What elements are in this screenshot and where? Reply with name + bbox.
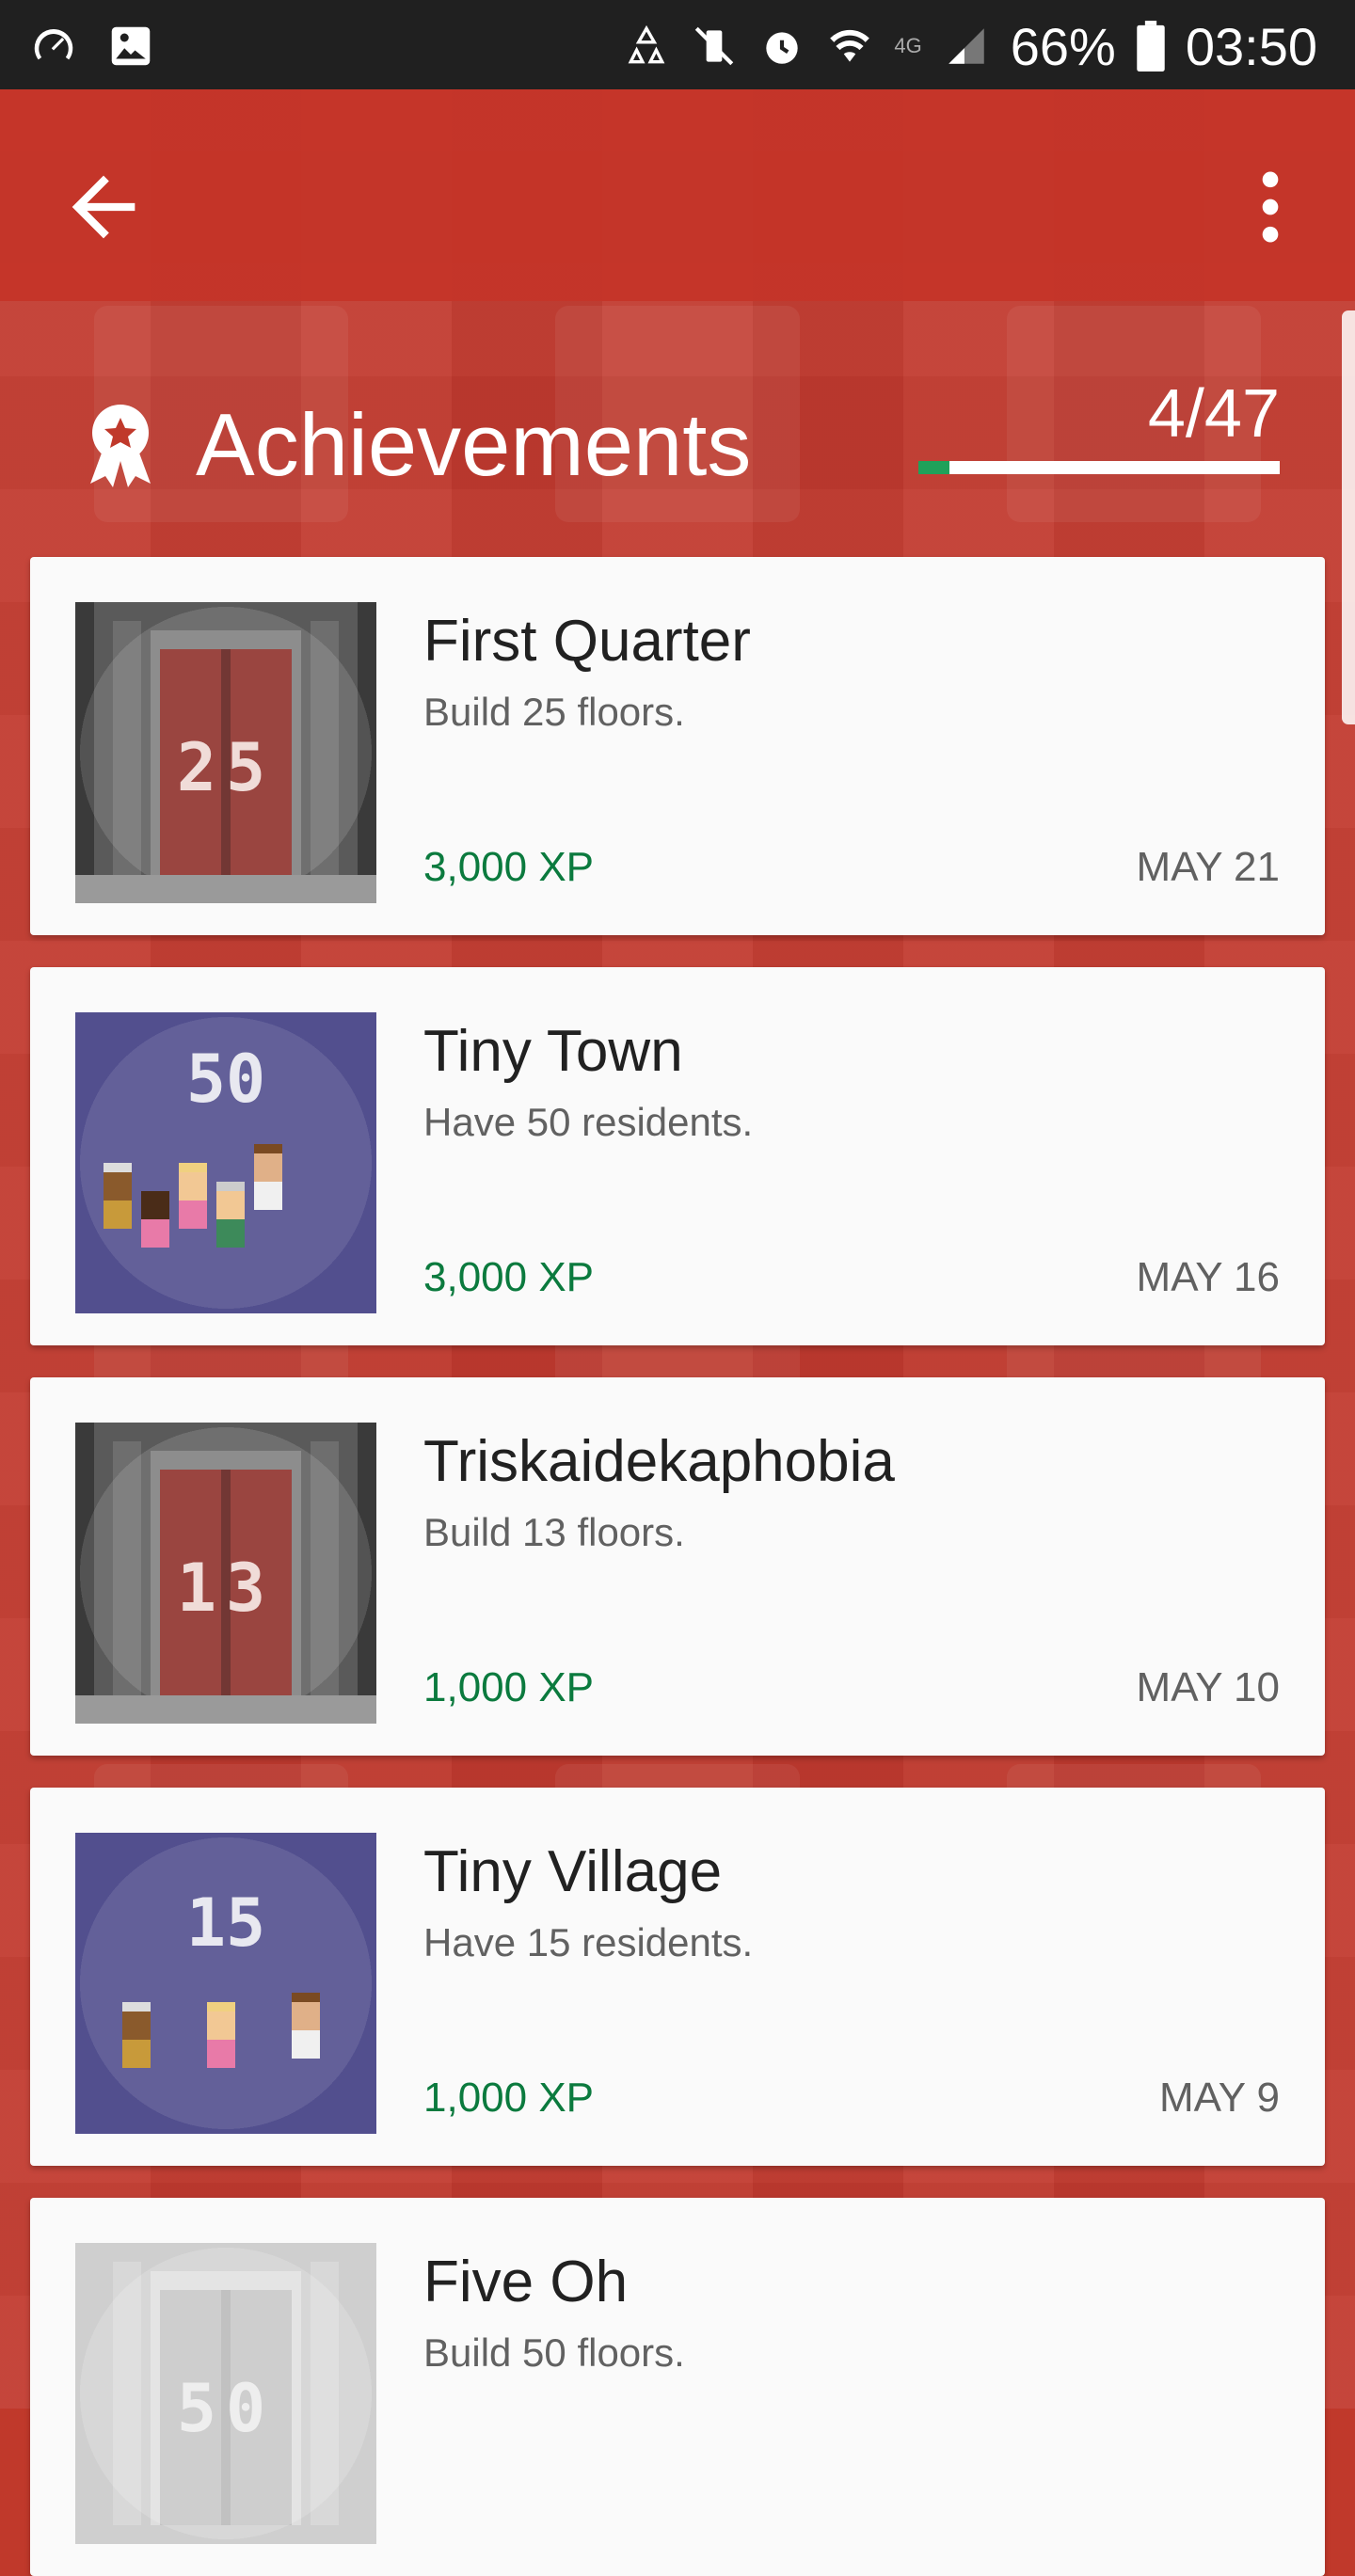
achievement-card[interactable]: 25 First Quarter Build 25 floors. 3,000 … [30, 557, 1325, 935]
achievement-date: MAY 16 [1136, 1254, 1280, 1300]
elevator-13-badge-icon: 13 [75, 1423, 376, 1724]
achievement-title: Tiny Town [423, 1019, 683, 1084]
app-bar [0, 89, 1355, 301]
more-vert-icon [1262, 171, 1279, 243]
status-right-icons: 4G 66% 03:50 [623, 13, 1317, 79]
achievement-title: Triskaidekaphobia [423, 1429, 895, 1494]
achievement-xp: 1,000 XP [423, 1664, 595, 1710]
image-icon [111, 26, 151, 66]
achievement-date: MAY 10 [1136, 1664, 1280, 1710]
residents-50-badge-icon: 50 [75, 1012, 376, 1313]
vibrate-mute-icon [695, 26, 734, 66]
svg-text:50: 50 [186, 1041, 265, 1118]
network-type: 4G [894, 34, 922, 57]
svg-text:25: 25 [177, 729, 275, 806]
svg-text:50: 50 [177, 2370, 275, 2447]
speedometer-icon [34, 29, 73, 60]
elevator-50-locked-badge-icon: 50 [75, 2243, 376, 2544]
svg-text:13: 13 [177, 1550, 275, 1627]
battery-percent: 66% [1010, 16, 1116, 76]
back-button[interactable] [56, 160, 151, 254]
more-options-button[interactable] [1223, 160, 1317, 254]
alarm-icon [766, 32, 799, 64]
clock: 03:50 [1185, 16, 1317, 76]
signal-icon [948, 28, 984, 64]
achievement-progress-fill [918, 461, 949, 474]
elevator-25-badge-icon: 25 [75, 602, 376, 903]
achievement-description: Build 13 floors. [423, 1510, 685, 1554]
page-title: Achievements [196, 395, 752, 494]
wifi-icon [830, 29, 870, 62]
battery-icon [1137, 21, 1165, 72]
achievement-xp: 3,000 XP [423, 1254, 595, 1300]
arrow-left-icon [72, 175, 136, 239]
achievement-xp: 1,000 XP [423, 2075, 595, 2121]
achievement-description: Build 25 floors. [423, 690, 685, 734]
achievement-card[interactable]: 50 Tiny Town Have 50 residents. 3,000 XP… [30, 967, 1325, 1345]
achievement-date: MAY 9 [1159, 2075, 1280, 2121]
achievement-xp: 3,000 XP [423, 844, 595, 890]
recycle-icon [629, 24, 665, 64]
progress-count: 4/47 [1147, 376, 1280, 452]
residents-15-badge-icon: 15 [75, 1833, 376, 2134]
achievement-description: Have 50 residents. [423, 1100, 754, 1144]
achievement-card[interactable]: 13 Triskaidekaphobia Build 13 floors. 1,… [30, 1377, 1325, 1756]
status-bar: 4G 66% 03:50 [0, 0, 1355, 89]
achievement-date: MAY 21 [1136, 844, 1280, 890]
achievement-card[interactable]: 50 Five Oh Build 50 floors. [30, 2198, 1325, 2576]
achievement-title: First Quarter [423, 609, 751, 674]
scrollbar-thumb[interactable] [1342, 310, 1355, 724]
achievement-title: Tiny Village [423, 1839, 723, 1904]
svg-text:15: 15 [186, 1884, 265, 1962]
achievement-description: Have 15 residents. [423, 1920, 754, 1964]
status-left-icons [28, 21, 156, 72]
achievement-progress-bar [918, 461, 1280, 474]
award-ribbon-icon [83, 403, 158, 487]
achievement-description: Build 50 floors. [423, 2330, 685, 2375]
achievement-title: Five Oh [423, 2250, 629, 2314]
achievement-card[interactable]: 15 Tiny Village Have 15 residents. 1,000… [30, 1788, 1325, 2166]
